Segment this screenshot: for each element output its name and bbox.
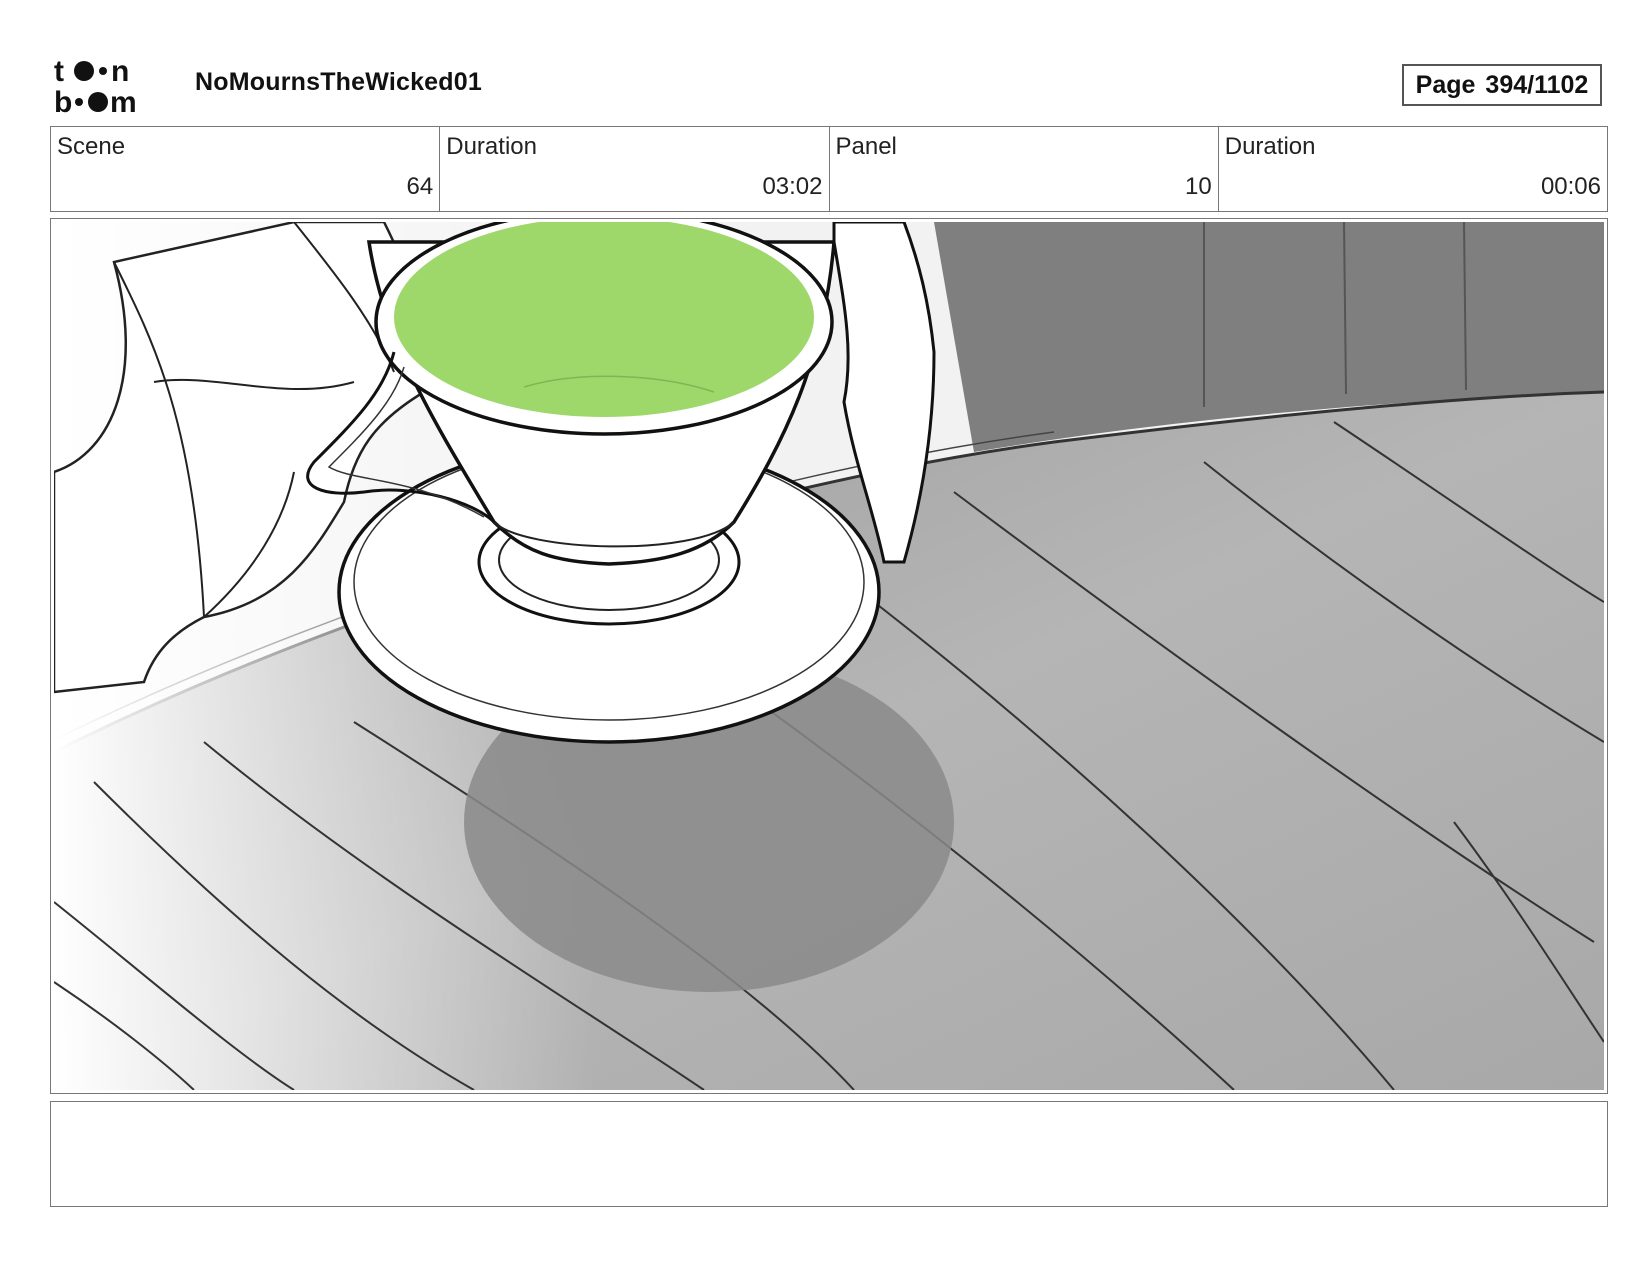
panel-notes-area[interactable]	[50, 1101, 1608, 1207]
scene-duration-cell: Duration 03:02	[440, 127, 830, 211]
svg-text:n: n	[111, 55, 129, 88]
svg-text:m: m	[110, 86, 137, 116]
scene-duration-label: Duration	[446, 133, 537, 160]
panel-duration-value: 00:06	[1540, 173, 1601, 200]
scene-value: 64	[406, 173, 434, 200]
panel-value: 10	[1185, 173, 1212, 200]
scene-cell: Scene 64	[51, 127, 441, 211]
storyboard-panel	[50, 218, 1608, 1094]
panel-sketch	[54, 222, 1604, 1090]
scene-label: Scene	[57, 133, 126, 160]
panel-label: Panel	[835, 133, 897, 160]
panel-duration-cell: Duration 00:06	[1219, 127, 1607, 211]
svg-text:b: b	[54, 86, 72, 116]
cup-liquid	[394, 222, 814, 417]
toon-boom-logo: t n b m	[54, 54, 170, 119]
panel-duration-label: Duration	[1224, 133, 1316, 160]
page-label: Page	[1415, 70, 1476, 99]
panel-cell: Panel 10	[830, 127, 1219, 211]
page-number: 394/1102	[1485, 70, 1589, 99]
svg-text:t: t	[54, 55, 64, 88]
page-indicator: Page 394/1102	[1402, 64, 1602, 106]
project-title: NoMournsTheWicked01	[195, 68, 482, 96]
scene-duration-value: 03:02	[762, 173, 823, 200]
panel-info-row: Scene 64 Duration 03:02 Panel 10 Duratio…	[50, 126, 1608, 212]
